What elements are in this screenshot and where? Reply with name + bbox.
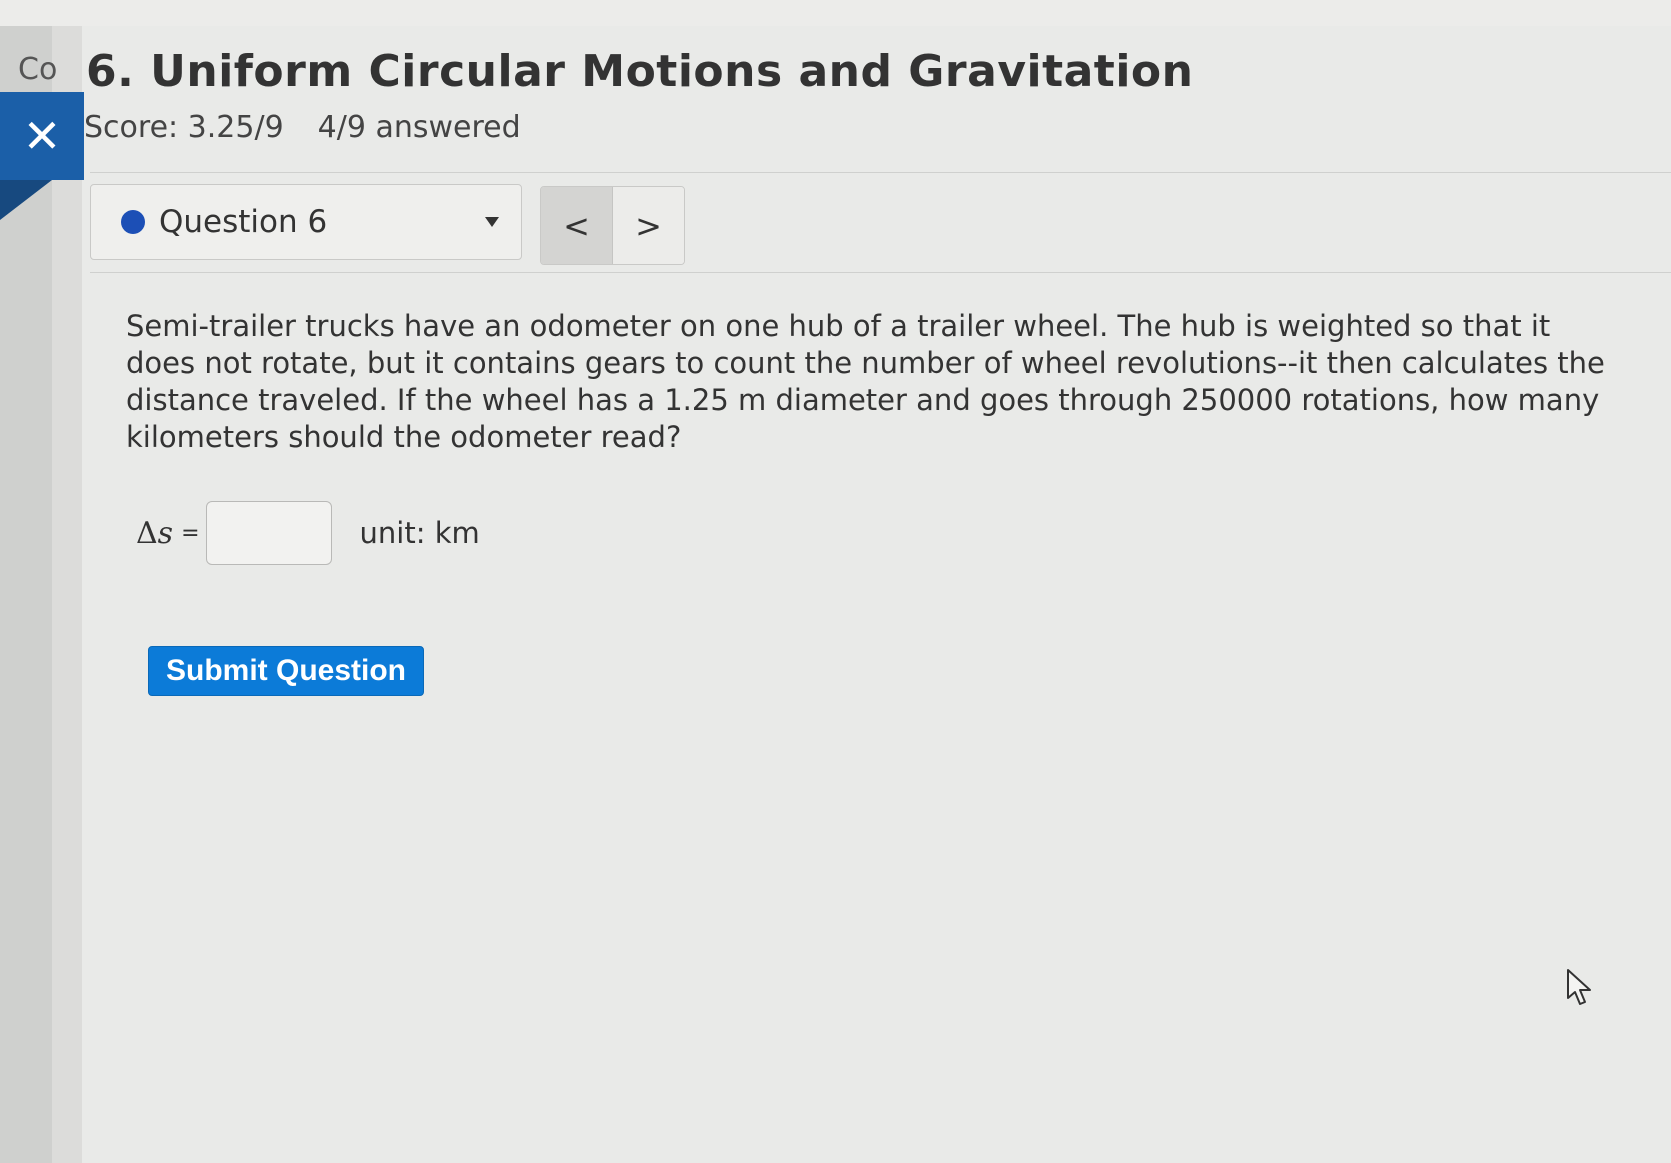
- answer-input[interactable]: [205, 501, 332, 565]
- previous-question-button[interactable]: <: [541, 187, 613, 264]
- variable-s: s: [157, 515, 174, 551]
- question-nav-group: < >: [540, 186, 685, 265]
- answered-count: 4/9 answered: [317, 110, 521, 145]
- page-title: 6. Uniform Circular Motions and Gravitat…: [86, 46, 1194, 97]
- close-button[interactable]: ✕: [0, 92, 84, 180]
- divider-top: [90, 172, 1671, 173]
- question-text: Semi-trailer trucks have an odometer on …: [126, 309, 1605, 454]
- answer-row: Δs = unit: km: [136, 500, 480, 566]
- submit-question-button[interactable]: Submit Question: [148, 646, 424, 696]
- background-course-label: Co: [18, 52, 58, 87]
- close-button-shadow: [0, 180, 52, 220]
- divider-question: [90, 272, 1671, 273]
- next-question-button[interactable]: >: [613, 187, 684, 264]
- equals-sign: =: [181, 520, 200, 546]
- unit-label: unit: km: [359, 516, 480, 550]
- mouse-pointer-icon: [1567, 969, 1591, 1005]
- score-text: Score: 3.25/9: [84, 110, 284, 145]
- score-line: Score: 3.25/9 4/9 answered: [84, 110, 521, 145]
- question-status-dot: [121, 210, 145, 234]
- answer-variable-label: Δs: [136, 516, 173, 551]
- question-select-dropdown[interactable]: Question 6: [90, 184, 522, 260]
- chevron-left-icon: <: [563, 206, 590, 245]
- question-select-label: Question 6: [159, 204, 328, 240]
- delta-symbol: Δ: [136, 515, 158, 551]
- browser-top-strip: [0, 0, 1671, 27]
- close-icon: ✕: [22, 109, 62, 163]
- chevron-right-icon: >: [635, 206, 662, 245]
- caret-down-icon: [485, 217, 499, 227]
